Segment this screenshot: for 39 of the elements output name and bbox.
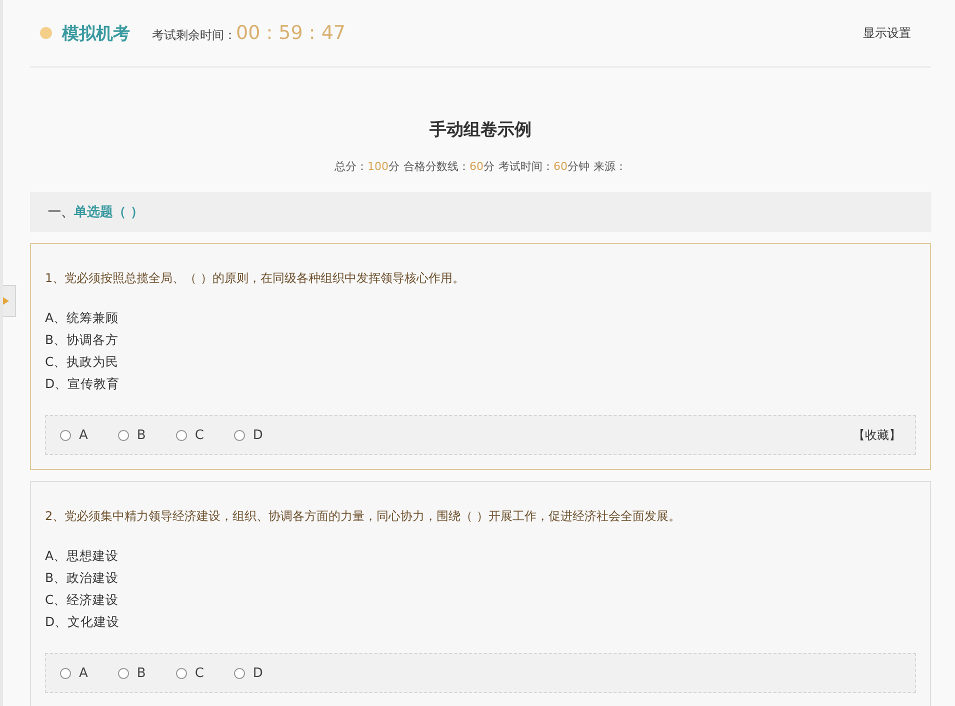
summary-label: 总分： xyxy=(334,160,368,173)
option-text: D、文化建设 xyxy=(45,613,121,631)
option-text: A、统筹兼顾 xyxy=(45,309,120,327)
summary-label: 来源： xyxy=(594,160,626,173)
option-text: C、经济建设 xyxy=(45,591,120,609)
answer-radio[interactable]: D xyxy=(234,428,263,442)
answer-radio[interactable]: D xyxy=(234,666,263,680)
side-panel-toggle[interactable] xyxy=(3,285,16,317)
summary-unit: 分钟 xyxy=(568,160,590,173)
answer-radio[interactable]: B xyxy=(118,428,146,442)
option-text: B、协调各方 xyxy=(45,331,120,349)
answer-radio[interactable]: C xyxy=(176,428,204,442)
summary-unit: 分 xyxy=(388,160,400,173)
option-text: C、执政为民 xyxy=(45,353,120,371)
arrow-right-icon xyxy=(3,296,9,306)
answer-radio[interactable]: C xyxy=(176,666,204,680)
answer-radio[interactable]: A xyxy=(60,666,88,680)
summary-label: 合格分数线： xyxy=(404,160,470,173)
summary-value: 60 xyxy=(470,160,484,173)
section-title: 单选题（ ） xyxy=(74,204,144,221)
app-title: 模拟机考 xyxy=(62,22,130,44)
answer-radio[interactable]: B xyxy=(118,666,146,680)
question-text: 1、党必须按照总揽全局、（ ）的原则，在同级各种组织中发挥领导核心作用。 xyxy=(45,270,466,287)
summary-value: 100 xyxy=(368,160,388,173)
summary-unit: 分 xyxy=(484,160,494,173)
timer-label: 考试剩余时间： xyxy=(152,26,236,44)
countdown-timer: 00 : 59 : 47 xyxy=(236,22,346,44)
summary-label: 考试时间： xyxy=(498,160,554,173)
status-dot-icon xyxy=(40,27,52,39)
paper-title: 手动组卷示例 xyxy=(428,119,532,141)
favorite-link[interactable]: 【收藏】 xyxy=(853,426,901,444)
option-text: D、宣传教育 xyxy=(45,375,121,393)
option-text: A、思想建设 xyxy=(45,547,120,565)
answer-radio[interactable]: A xyxy=(60,428,88,442)
question-text: 2、党必须集中精力领导经济建设，组织、协调各方面的力量，同心协力，围绕（ ）开展工作，促进经济社会全面发展。 xyxy=(45,508,682,525)
option-text: B、政治建设 xyxy=(45,569,120,587)
summary-value: 60 xyxy=(554,160,568,173)
section-number: 一、 xyxy=(48,204,74,221)
display-settings-link[interactable]: 显示设置 xyxy=(863,24,911,42)
